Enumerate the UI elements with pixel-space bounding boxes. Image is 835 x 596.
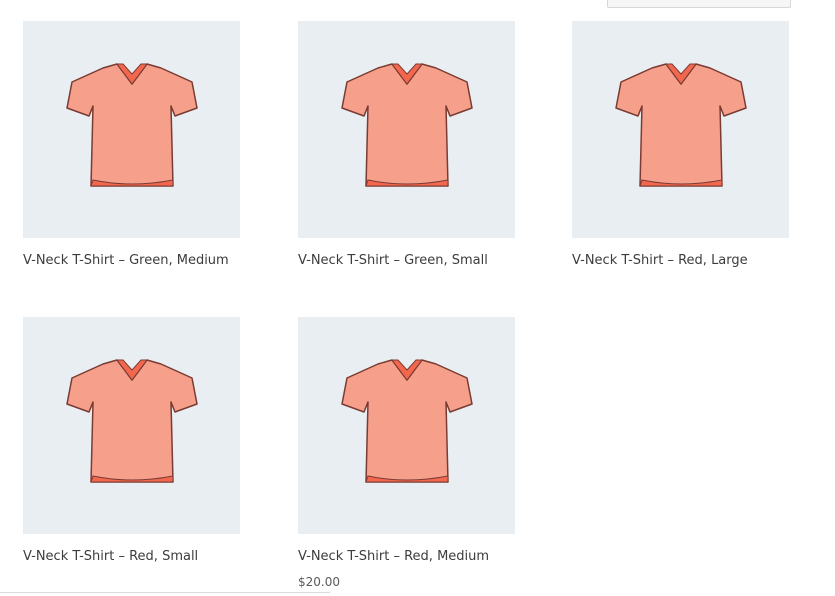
- product-grid-page: V-Neck T-Shirt – Green, Medium V-Neck T-…: [0, 0, 835, 596]
- product-card: V-Neck T-Shirt – Red, Large: [572, 21, 789, 269]
- tshirt-icon: [65, 358, 198, 483]
- tshirt-icon: [65, 62, 198, 187]
- product-card: V-Neck T-Shirt – Green, Small: [298, 21, 515, 269]
- product-title[interactable]: V-Neck T-Shirt – Red, Large: [572, 253, 789, 269]
- product-image[interactable]: [23, 21, 240, 238]
- tshirt-icon: [614, 62, 747, 187]
- product-image[interactable]: [23, 317, 240, 534]
- divider: [0, 592, 330, 593]
- tshirt-icon: [340, 62, 473, 187]
- product-title[interactable]: V-Neck T-Shirt – Green, Medium: [23, 253, 240, 269]
- product-image[interactable]: [298, 21, 515, 238]
- product-image[interactable]: [572, 21, 789, 238]
- product-title[interactable]: V-Neck T-Shirt – Red, Small: [23, 549, 240, 565]
- product-card: V-Neck T-Shirt – Red, Medium $20.00: [298, 317, 515, 589]
- product-price: $20.00: [298, 575, 340, 589]
- product-card: V-Neck T-Shirt – Red, Small: [23, 317, 240, 565]
- sort-dropdown[interactable]: [607, 0, 791, 8]
- product-title[interactable]: V-Neck T-Shirt – Green, Small: [298, 253, 515, 269]
- tshirt-icon: [340, 358, 473, 483]
- product-title[interactable]: V-Neck T-Shirt – Red, Medium: [298, 549, 515, 565]
- product-card: V-Neck T-Shirt – Green, Medium: [23, 21, 240, 269]
- product-image[interactable]: [298, 317, 515, 534]
